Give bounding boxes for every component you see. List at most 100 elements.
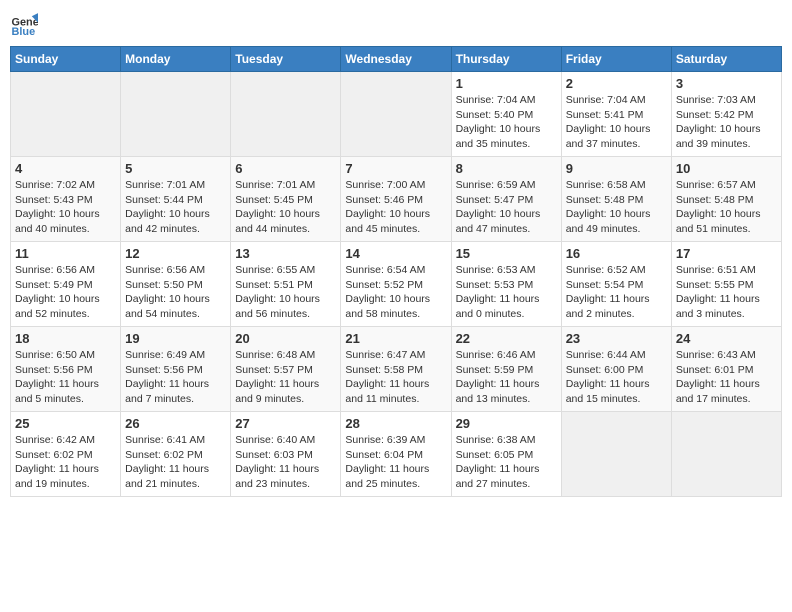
calendar-cell: 10 Sunrise: 6:57 AM Sunset: 5:48 PM Dayli… — [671, 157, 781, 242]
day-number: 4 — [15, 161, 116, 176]
day-info: Sunrise: 7:04 AM Sunset: 5:40 PM Dayligh… — [456, 93, 557, 152]
day-info: Sunrise: 6:58 AM Sunset: 5:48 PM Dayligh… — [566, 178, 667, 237]
day-number: 28 — [345, 416, 446, 431]
day-number: 8 — [456, 161, 557, 176]
calendar-cell — [11, 72, 121, 157]
day-number: 9 — [566, 161, 667, 176]
calendar-cell: 29 Sunrise: 6:38 AM Sunset: 6:05 PM Dayli… — [451, 412, 561, 497]
day-info: Sunrise: 7:00 AM Sunset: 5:46 PM Dayligh… — [345, 178, 446, 237]
day-info: Sunrise: 7:03 AM Sunset: 5:42 PM Dayligh… — [676, 93, 777, 152]
day-info: Sunrise: 6:39 AM Sunset: 6:04 PM Dayligh… — [345, 433, 446, 492]
day-number: 26 — [125, 416, 226, 431]
day-info: Sunrise: 6:51 AM Sunset: 5:55 PM Dayligh… — [676, 263, 777, 322]
calendar-cell: 5 Sunrise: 7:01 AM Sunset: 5:44 PM Daylig… — [121, 157, 231, 242]
day-info: Sunrise: 6:38 AM Sunset: 6:05 PM Dayligh… — [456, 433, 557, 492]
day-info: Sunrise: 6:56 AM Sunset: 5:50 PM Dayligh… — [125, 263, 226, 322]
day-number: 7 — [345, 161, 446, 176]
day-number: 27 — [235, 416, 336, 431]
calendar-cell: 21Sunrise: 6:47 AM Sunset: 5:58 PM Dayli… — [341, 327, 451, 412]
day-info: Sunrise: 6:52 AM Sunset: 5:54 PM Dayligh… — [566, 263, 667, 322]
calendar-cell: 6Sunrise: 7:01 AM Sunset: 5:45 PM Daylig… — [231, 157, 341, 242]
day-number: 13 — [235, 246, 336, 261]
calendar-cell: 2 Sunrise: 7:04 AM Sunset: 5:41 PM Daylig… — [561, 72, 671, 157]
day-number: 11 — [15, 246, 116, 261]
day-info: Sunrise: 6:48 AM Sunset: 5:57 PM Dayligh… — [235, 348, 336, 407]
calendar-cell: 8 Sunrise: 6:59 AM Sunset: 5:47 PM Daylig… — [451, 157, 561, 242]
calendar-cell: 28 Sunrise: 6:39 AM Sunset: 6:04 PM Dayli… — [341, 412, 451, 497]
day-number: 3 — [676, 76, 777, 91]
header-cell-friday: Friday — [561, 47, 671, 72]
calendar-cell: 1 Sunrise: 7:04 AM Sunset: 5:40 PM Daylig… — [451, 72, 561, 157]
header-cell-tuesday: Tuesday — [231, 47, 341, 72]
week-row-5: 25 Sunrise: 6:42 AM Sunset: 6:02 PM Dayli… — [11, 412, 782, 497]
calendar-body: 1 Sunrise: 7:04 AM Sunset: 5:40 PM Daylig… — [11, 72, 782, 497]
header-cell-thursday: Thursday — [451, 47, 561, 72]
day-number: 20 — [235, 331, 336, 346]
calendar-cell: 17 Sunrise: 6:51 AM Sunset: 5:55 PM Dayli… — [671, 242, 781, 327]
day-info: Sunrise: 6:46 AM Sunset: 5:59 PM Dayligh… — [456, 348, 557, 407]
day-number: 19 — [125, 331, 226, 346]
day-info: Sunrise: 6:59 AM Sunset: 5:47 PM Dayligh… — [456, 178, 557, 237]
day-info: Sunrise: 6:41 AM Sunset: 6:02 PM Dayligh… — [125, 433, 226, 492]
day-info: Sunrise: 6:57 AM Sunset: 5:48 PM Dayligh… — [676, 178, 777, 237]
header-cell-sunday: Sunday — [11, 47, 121, 72]
day-info: Sunrise: 6:54 AM Sunset: 5:52 PM Dayligh… — [345, 263, 446, 322]
week-row-3: 11 Sunrise: 6:56 AM Sunset: 5:49 PM Dayli… — [11, 242, 782, 327]
calendar-cell: 18 Sunrise: 6:50 AM Sunset: 5:56 PM Dayli… — [11, 327, 121, 412]
calendar-cell: 3 Sunrise: 7:03 AM Sunset: 5:42 PM Daylig… — [671, 72, 781, 157]
logo-icon: General Blue — [10, 10, 38, 38]
day-info: Sunrise: 6:50 AM Sunset: 5:56 PM Dayligh… — [15, 348, 116, 407]
calendar-cell — [561, 412, 671, 497]
calendar-header: SundayMondayTuesdayWednesdayThursdayFrid… — [11, 47, 782, 72]
calendar-cell: 12 Sunrise: 6:56 AM Sunset: 5:50 PM Dayli… — [121, 242, 231, 327]
day-number: 12 — [125, 246, 226, 261]
day-number: 5 — [125, 161, 226, 176]
calendar-cell: 7 Sunrise: 7:00 AM Sunset: 5:46 PM Daylig… — [341, 157, 451, 242]
day-info: Sunrise: 6:40 AM Sunset: 6:03 PM Dayligh… — [235, 433, 336, 492]
day-info: Sunrise: 7:01 AM Sunset: 5:45 PM Dayligh… — [235, 178, 336, 237]
calendar-cell: 4 Sunrise: 7:02 AM Sunset: 5:43 PM Daylig… — [11, 157, 121, 242]
day-info: Sunrise: 7:01 AM Sunset: 5:44 PM Dayligh… — [125, 178, 226, 237]
week-row-4: 18 Sunrise: 6:50 AM Sunset: 5:56 PM Dayli… — [11, 327, 782, 412]
day-info: Sunrise: 7:04 AM Sunset: 5:41 PM Dayligh… — [566, 93, 667, 152]
day-number: 22 — [456, 331, 557, 346]
header-cell-monday: Monday — [121, 47, 231, 72]
day-info: Sunrise: 7:02 AM Sunset: 5:43 PM Dayligh… — [15, 178, 116, 237]
day-info: Sunrise: 6:44 AM Sunset: 6:00 PM Dayligh… — [566, 348, 667, 407]
day-number: 23 — [566, 331, 667, 346]
calendar-cell: 14 Sunrise: 6:54 AM Sunset: 5:52 PM Dayli… — [341, 242, 451, 327]
day-number: 25 — [15, 416, 116, 431]
day-info: Sunrise: 6:56 AM Sunset: 5:49 PM Dayligh… — [15, 263, 116, 322]
day-number: 14 — [345, 246, 446, 261]
calendar-cell: 23 Sunrise: 6:44 AM Sunset: 6:00 PM Dayli… — [561, 327, 671, 412]
calendar-cell: 11 Sunrise: 6:56 AM Sunset: 5:49 PM Dayli… — [11, 242, 121, 327]
header-cell-wednesday: Wednesday — [341, 47, 451, 72]
calendar-table: SundayMondayTuesdayWednesdayThursdayFrid… — [10, 46, 782, 497]
calendar-cell: 24Sunrise: 6:43 AM Sunset: 6:01 PM Dayli… — [671, 327, 781, 412]
day-number: 10 — [676, 161, 777, 176]
page-header: General Blue — [10, 10, 782, 38]
calendar-cell: 13 Sunrise: 6:55 AM Sunset: 5:51 PM Dayli… — [231, 242, 341, 327]
week-row-2: 4 Sunrise: 7:02 AM Sunset: 5:43 PM Daylig… — [11, 157, 782, 242]
calendar-cell: 16 Sunrise: 6:52 AM Sunset: 5:54 PM Dayli… — [561, 242, 671, 327]
calendar-cell: 20 Sunrise: 6:48 AM Sunset: 5:57 PM Dayli… — [231, 327, 341, 412]
day-info: Sunrise: 6:49 AM Sunset: 5:56 PM Dayligh… — [125, 348, 226, 407]
logo: General Blue — [10, 10, 42, 38]
day-info: Sunrise: 6:53 AM Sunset: 5:53 PM Dayligh… — [456, 263, 557, 322]
day-number: 18 — [15, 331, 116, 346]
day-number: 29 — [456, 416, 557, 431]
calendar-cell — [231, 72, 341, 157]
calendar-cell: 19 Sunrise: 6:49 AM Sunset: 5:56 PM Dayli… — [121, 327, 231, 412]
calendar-cell: 22 Sunrise: 6:46 AM Sunset: 5:59 PM Dayli… — [451, 327, 561, 412]
day-info: Sunrise: 6:55 AM Sunset: 5:51 PM Dayligh… — [235, 263, 336, 322]
day-number: 21 — [345, 331, 446, 346]
day-number: 1 — [456, 76, 557, 91]
day-number: 16 — [566, 246, 667, 261]
day-number: 2 — [566, 76, 667, 91]
calendar-cell: 27 Sunrise: 6:40 AM Sunset: 6:03 PM Dayli… — [231, 412, 341, 497]
week-row-1: 1 Sunrise: 7:04 AM Sunset: 5:40 PM Daylig… — [11, 72, 782, 157]
svg-text:Blue: Blue — [12, 26, 36, 38]
day-number: 17 — [676, 246, 777, 261]
day-info: Sunrise: 6:42 AM Sunset: 6:02 PM Dayligh… — [15, 433, 116, 492]
calendar-cell — [671, 412, 781, 497]
